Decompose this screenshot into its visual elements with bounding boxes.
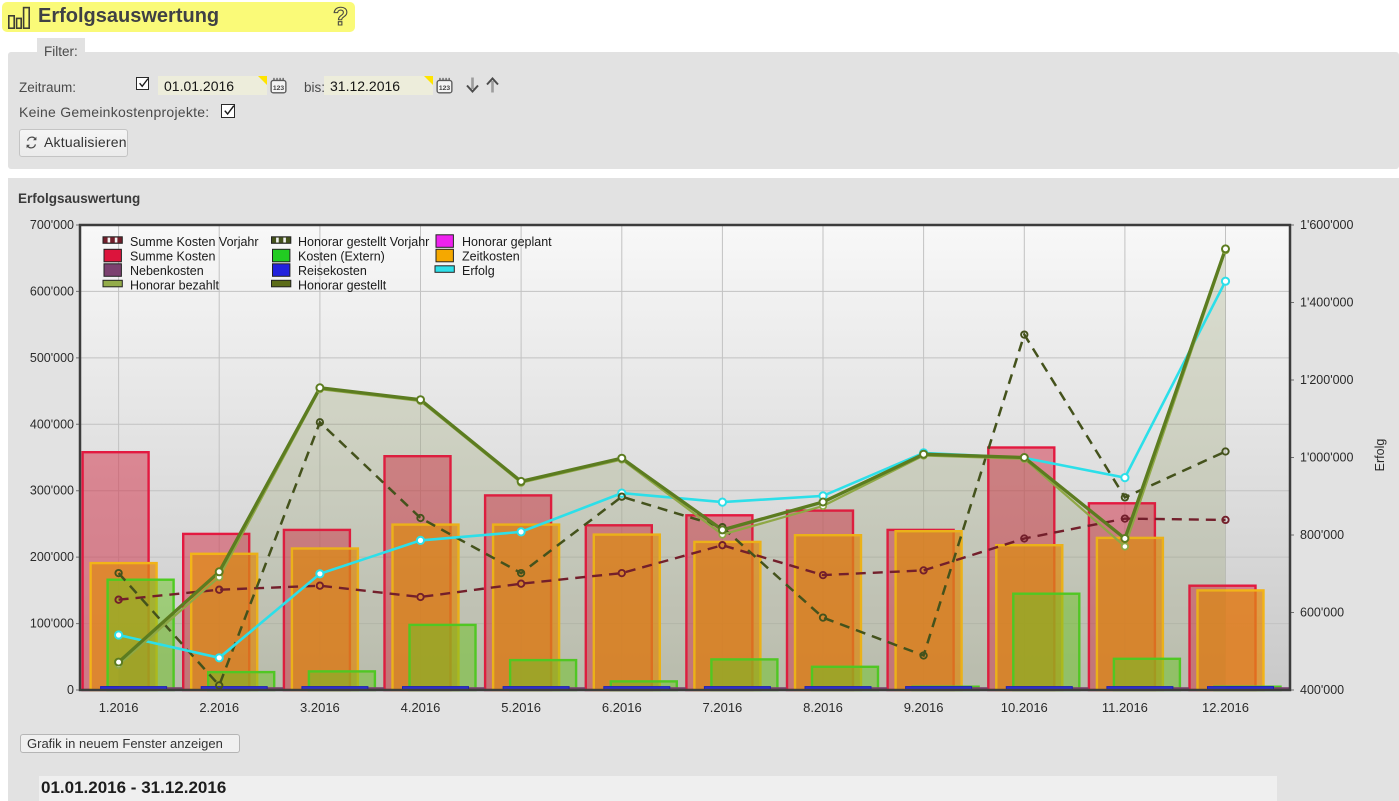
- svg-text:3.2016: 3.2016: [300, 700, 340, 715]
- svg-text:600'000: 600'000: [1300, 606, 1344, 620]
- svg-text:Nebenkosten: Nebenkosten: [130, 264, 204, 278]
- svg-text:6.2016: 6.2016: [602, 700, 642, 715]
- svg-text:500'000: 500'000: [30, 351, 74, 365]
- svg-text:8.2016: 8.2016: [803, 700, 843, 715]
- svg-text:Summe Kosten Vorjahr: Summe Kosten Vorjahr: [130, 235, 259, 249]
- svg-text:5.2016: 5.2016: [501, 700, 541, 715]
- svg-text:Erfolg: Erfolg: [462, 264, 495, 278]
- svg-text:123: 123: [273, 85, 285, 92]
- svg-text:4.2016: 4.2016: [401, 700, 441, 715]
- svg-text:100'000: 100'000: [30, 617, 74, 631]
- svg-text:300'000: 300'000: [30, 484, 74, 498]
- svg-text:12.2016: 12.2016: [1202, 700, 1249, 715]
- svg-text:400'000: 400'000: [1300, 683, 1344, 697]
- svg-text:Honorar gestellt: Honorar gestellt: [298, 279, 387, 293]
- svg-text:600'000: 600'000: [30, 284, 74, 298]
- svg-text:1.2016: 1.2016: [99, 700, 139, 715]
- svg-text:1'200'000: 1'200'000: [1300, 373, 1353, 387]
- svg-text:Summe Kosten: Summe Kosten: [130, 250, 216, 264]
- svg-text:Honorar bezahlt: Honorar bezahlt: [130, 279, 219, 293]
- svg-text:Zeitkosten: Zeitkosten: [462, 250, 520, 264]
- svg-text:1'600'000: 1'600'000: [1300, 218, 1353, 232]
- svg-text:1'000'000: 1'000'000: [1300, 451, 1353, 465]
- svg-text:200'000: 200'000: [30, 550, 74, 564]
- svg-text:7.2016: 7.2016: [703, 700, 743, 715]
- svg-text:10.2016: 10.2016: [1001, 700, 1048, 715]
- svg-text:9.2016: 9.2016: [904, 700, 944, 715]
- svg-text:Reisekosten: Reisekosten: [298, 264, 367, 278]
- svg-text:11.2016: 11.2016: [1102, 700, 1148, 715]
- svg-text:2.2016: 2.2016: [199, 700, 239, 715]
- svg-text:1'400'000: 1'400'000: [1300, 296, 1353, 310]
- svg-text:Erfolgsauswertung: Erfolgsauswertung: [18, 191, 140, 206]
- svg-text:Erfolg: Erfolg: [1373, 439, 1387, 472]
- svg-text:Kosten (Extern): Kosten (Extern): [298, 250, 385, 264]
- svg-text:Honorar gestellt Vorjahr: Honorar gestellt Vorjahr: [298, 235, 429, 249]
- svg-text:700'000: 700'000: [30, 218, 74, 232]
- svg-text:400'000: 400'000: [30, 417, 74, 431]
- svg-text:123: 123: [439, 85, 451, 92]
- svg-text:Honorar geplant: Honorar geplant: [462, 235, 552, 249]
- svg-text:800'000: 800'000: [1300, 528, 1344, 542]
- svg-text:0: 0: [67, 683, 74, 697]
